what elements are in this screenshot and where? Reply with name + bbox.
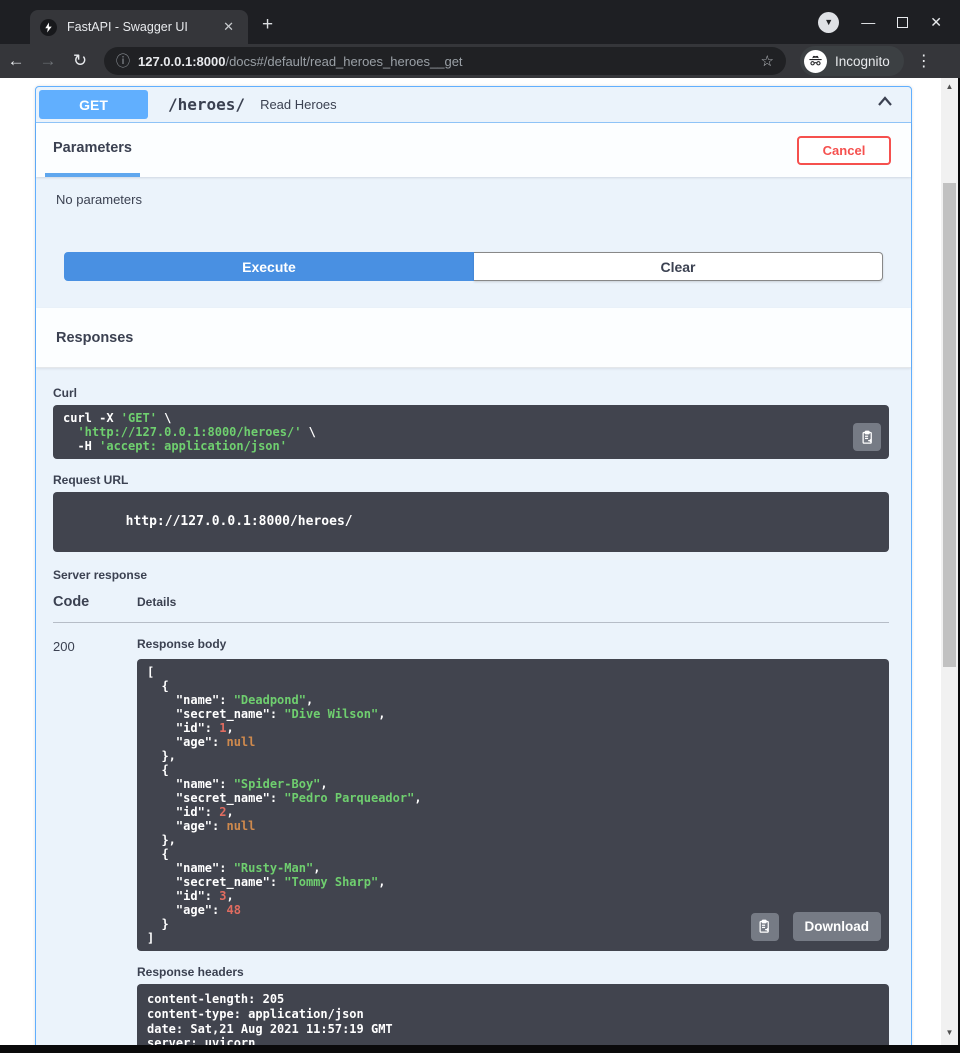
parameters-tab-label: Parameters [53, 140, 132, 156]
status-code: 200 [53, 637, 137, 1045]
response-body-json: [ { "name": "Deadpond", "secret_name": "… [147, 665, 879, 945]
tab-search-icon[interactable]: ▼ [818, 12, 839, 33]
http-method-badge: GET [39, 90, 148, 119]
fastapi-favicon-icon [40, 19, 57, 36]
new-tab-icon[interactable]: + [262, 15, 273, 34]
page-scrollbar[interactable]: ▲ ▼ [941, 78, 958, 1045]
incognito-label: Incognito [835, 54, 890, 69]
responses-header: Responses [36, 308, 911, 368]
response-details: Response body [ { "name": "Deadpond", "s… [137, 637, 889, 1045]
clear-button[interactable]: Clear [474, 252, 883, 281]
incognito-badge: Incognito [800, 46, 904, 76]
copy-curl-button[interactable] [853, 423, 881, 451]
collapse-chevron-icon[interactable] [875, 92, 895, 117]
details-column-header: Details [137, 595, 176, 609]
browser-tab[interactable]: FastAPI - Swagger UI ✕ [30, 10, 248, 44]
curl-command-text: curl -X 'GET' \ 'http://127.0.0.1:8000/h… [63, 411, 879, 453]
response-table-header: Code Details [53, 594, 889, 623]
swagger-page: GET /heroes/ Read Heroes Parameters Canc… [0, 78, 941, 1045]
opblock-summary[interactable]: GET /heroes/ Read Heroes [36, 87, 911, 123]
endpoint-path: /heroes/ [168, 95, 245, 114]
response-body-label: Response body [137, 637, 889, 651]
address-bar[interactable]: ⓘ 127.0.0.1:8000 /docs#/default/read_her… [104, 47, 786, 75]
request-url-text: http://127.0.0.1:8000/heroes/ [126, 514, 353, 529]
parameters-body: No parameters Execute Clear [36, 177, 911, 308]
no-parameters-text: No parameters [36, 192, 911, 207]
incognito-icon [804, 50, 827, 73]
execute-button-group: Execute Clear [36, 252, 911, 281]
browser-menu-icon[interactable]: ⋮ [916, 51, 932, 71]
opblock-get-heroes: GET /heroes/ Read Heroes Parameters Canc… [35, 86, 912, 1045]
response-body-block: [ { "name": "Deadpond", "secret_name": "… [137, 659, 889, 951]
minimize-icon[interactable]: — [861, 14, 875, 30]
copy-response-button[interactable] [751, 913, 779, 941]
server-response-label: Server response [53, 568, 889, 582]
request-url-block: http://127.0.0.1:8000/heroes/ [53, 492, 889, 552]
response-body-actions: Download [751, 912, 882, 941]
scroll-up-icon[interactable]: ▲ [941, 78, 958, 94]
cancel-button[interactable]: Cancel [797, 136, 891, 165]
bookmark-star-icon[interactable]: ☆ [761, 52, 774, 70]
forward-icon[interactable]: → [32, 51, 64, 71]
request-url-label: Request URL [53, 473, 889, 487]
response-headers-block: content-length: 205 content-type: applic… [137, 984, 889, 1045]
download-button[interactable]: Download [793, 912, 882, 941]
code-column-header: Code [53, 594, 137, 610]
reload-icon[interactable]: ↻ [64, 51, 96, 71]
url-path: /docs#/default/read_heroes_heroes__get [225, 54, 752, 69]
back-icon[interactable]: ← [0, 51, 32, 71]
responses-title: Responses [56, 330, 133, 346]
tab-parameters[interactable]: Parameters [45, 123, 140, 177]
scrollbar-thumb[interactable] [943, 183, 956, 667]
tab-title: FastAPI - Swagger UI [67, 20, 219, 34]
execute-button[interactable]: Execute [64, 252, 474, 281]
url-host: 127.0.0.1:8000 [138, 54, 225, 69]
window-controls: ▼ — ✕ [818, 0, 960, 44]
curl-label: Curl [53, 386, 889, 400]
response-headers-label: Response headers [137, 965, 889, 979]
browser-tab-bar: FastAPI - Swagger UI ✕ + ▼ — ✕ [0, 0, 960, 44]
responses-body: Curl curl -X 'GET' \ 'http://127.0.0.1:8… [36, 368, 911, 1045]
scroll-down-icon[interactable]: ▼ [941, 1024, 958, 1040]
endpoint-summary: Read Heroes [260, 97, 875, 112]
curl-command-block: curl -X 'GET' \ 'http://127.0.0.1:8000/h… [53, 405, 889, 459]
response-row-200: 200 Response body [ { "name": "Deadpond"… [53, 623, 889, 1045]
site-info-icon[interactable]: ⓘ [116, 51, 130, 71]
maximize-icon[interactable] [897, 17, 908, 28]
tab-close-icon[interactable]: ✕ [219, 17, 238, 37]
browser-toolbar: ← → ↻ ⓘ 127.0.0.1:8000 /docs#/default/re… [0, 44, 960, 78]
parameters-header: Parameters Cancel [36, 123, 911, 177]
close-window-icon[interactable]: ✕ [930, 14, 942, 31]
